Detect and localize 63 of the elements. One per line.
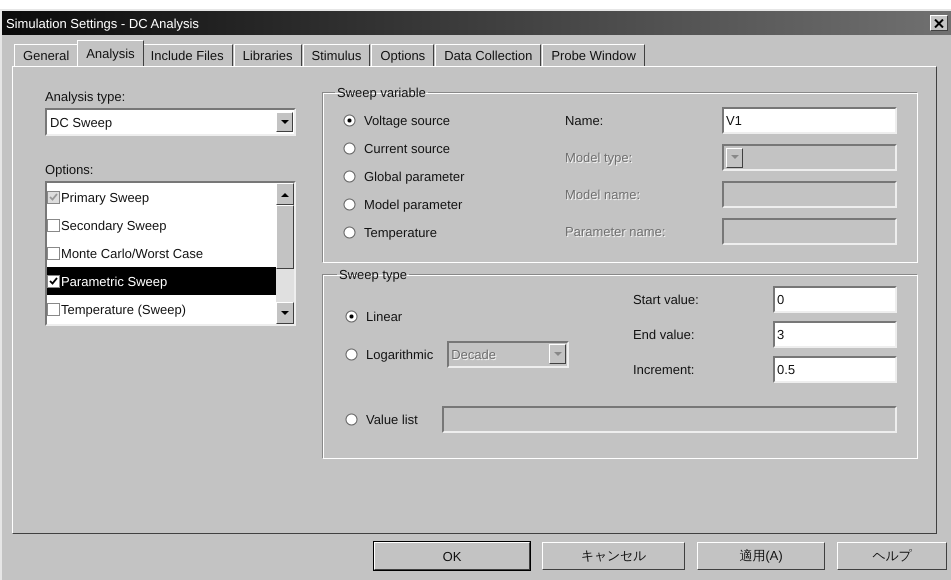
radio-button[interactable] xyxy=(343,142,356,154)
tab[interactable]: Stimulus xyxy=(302,44,370,66)
tab[interactable]: Data Collection xyxy=(435,44,542,66)
tab[interactable]: Libraries xyxy=(234,44,302,66)
field-label: End value: xyxy=(633,327,696,342)
dialog-button[interactable]: キャンセル xyxy=(542,542,685,570)
tab[interactable]: Include Files xyxy=(142,44,233,66)
radio-option[interactable]: Global parameter xyxy=(343,162,565,190)
scroll-up-icon[interactable] xyxy=(281,192,289,196)
dialog-button[interactable]: 適用(A) xyxy=(697,542,825,570)
radio-option[interactable]: Value list xyxy=(345,405,418,433)
input-field[interactable]: 0.5 xyxy=(773,356,897,383)
checkbox[interactable] xyxy=(47,274,60,288)
tab[interactable]: Options xyxy=(371,44,434,66)
dropdown-arrow-icon xyxy=(554,352,562,356)
radio-option[interactable]: Current source xyxy=(343,134,565,162)
option-item[interactable]: Parametric Sweep xyxy=(47,267,276,295)
checkbox[interactable] xyxy=(47,218,60,232)
field-label: Parameter name: xyxy=(565,224,666,239)
field-label: Name: xyxy=(565,113,604,128)
dialog-button[interactable]: ヘルプ xyxy=(837,542,947,570)
radio-option[interactable]: Logarithmic xyxy=(345,340,434,368)
option-item[interactable]: Temperature (Sweep) xyxy=(47,295,276,323)
radio-button[interactable] xyxy=(345,348,358,360)
scrollbar[interactable] xyxy=(276,183,294,324)
input-field[interactable]: 0 xyxy=(773,286,897,313)
dropdown-arrow-icon xyxy=(730,155,738,160)
radio-button[interactable] xyxy=(345,310,358,322)
radio-option[interactable]: Temperature xyxy=(343,218,565,246)
analysis-type-dropdown[interactable]: DC Sweep xyxy=(45,108,296,136)
dropdown-field[interactable] xyxy=(722,144,897,171)
input-field[interactable] xyxy=(722,181,897,208)
analysis-type-label: Analysis type: xyxy=(45,89,126,104)
field-label: Start value: xyxy=(633,292,700,307)
option-item[interactable]: Monte Carlo/Worst Case xyxy=(47,239,276,267)
input-field[interactable] xyxy=(722,218,897,245)
radio-button[interactable] xyxy=(343,198,356,210)
close-button[interactable] xyxy=(930,15,948,31)
close-icon xyxy=(934,18,944,28)
input-field[interactable]: 3 xyxy=(773,321,897,348)
window-title: Simulation Settings - DC Analysis xyxy=(6,16,199,30)
checkbox[interactable] xyxy=(47,246,60,260)
checkbox[interactable] xyxy=(47,302,60,316)
input-field[interactable]: V1 xyxy=(722,107,897,134)
option-item[interactable]: Secondary Sweep xyxy=(47,211,276,239)
radio-button[interactable] xyxy=(345,412,358,426)
group-title: Sweep type xyxy=(338,267,408,282)
dialog-button[interactable]: OK xyxy=(374,542,530,570)
scroll-down-icon[interactable] xyxy=(281,310,289,316)
tab[interactable]: Probe Window xyxy=(542,44,645,66)
radio-option[interactable]: Linear xyxy=(345,300,633,332)
radio-button[interactable] xyxy=(343,170,356,182)
radio-button[interactable] xyxy=(343,114,356,126)
field-label: Model type: xyxy=(565,150,634,165)
tab[interactable]: Analysis xyxy=(77,40,144,66)
group-title: Sweep variable xyxy=(336,85,427,100)
tab[interactable]: General xyxy=(14,44,78,66)
radio-option[interactable]: Model parameter xyxy=(343,190,565,218)
options-label: Options: xyxy=(45,162,94,177)
radio-button[interactable] xyxy=(343,226,356,238)
field-label: Increment: xyxy=(633,362,696,377)
field-label: Model name: xyxy=(565,187,642,202)
radio-option[interactable]: Voltage source xyxy=(343,106,565,134)
